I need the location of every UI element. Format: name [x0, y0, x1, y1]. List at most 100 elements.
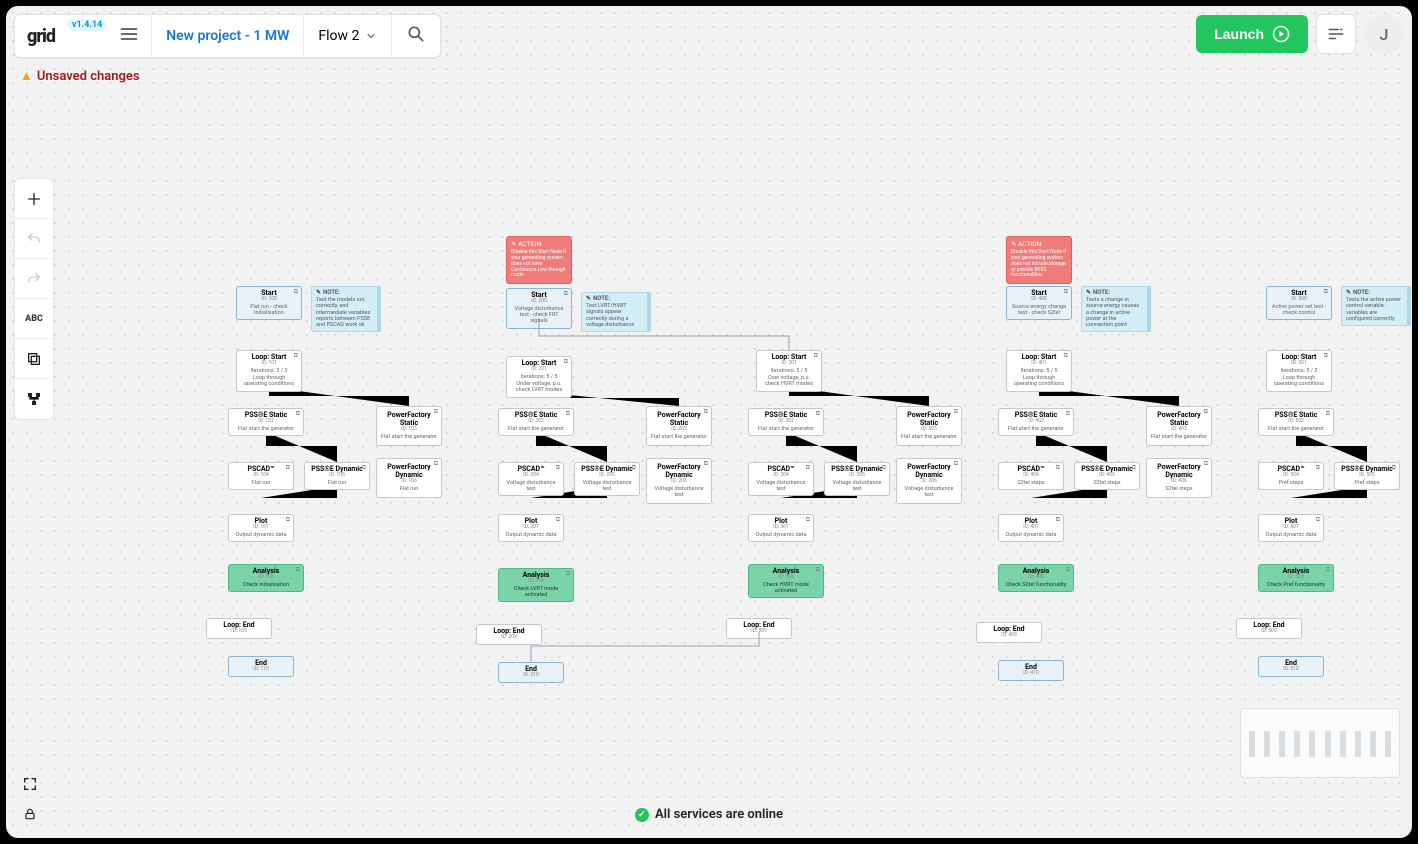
open-icon: ⧉: [566, 411, 570, 418]
node-pf-static[interactable]: ⧉ PowerFactory Static ID: 303 Flat start…: [896, 406, 962, 446]
node-loopstart[interactable]: ⧉ Loop: Start ID: 201 Iterations: 5 / 5 …: [506, 356, 572, 398]
node-pscad[interactable]: ⧉ PSCAD™ ID: 304 Voltage disturbance tes…: [748, 462, 814, 496]
node-action[interactable]: ✎ ACTION: Disable this Start Node if you…: [506, 236, 572, 284]
node-id: ID: 202: [503, 419, 569, 425]
node-psse-static[interactable]: ⧉ PSS®E Static ID: 502 Flat start the ge…: [1258, 408, 1334, 436]
node-start[interactable]: ⧉ Start ID: 500 Active power set test - …: [1266, 286, 1332, 320]
node-pscad[interactable]: ⧉ PSCAD™ ID: 404 S2tel steps: [998, 462, 1064, 490]
node-pf-static[interactable]: ⧉ PowerFactory Static ID: 103 Flat start…: [376, 406, 442, 446]
note-card[interactable]: ✎NOTE: Tests the active power control va…: [1341, 286, 1411, 326]
node-id: ID: 105: [309, 473, 365, 479]
node-analysis[interactable]: ⧉ Analysis ID: 208 Check LVRT mode activ…: [498, 568, 574, 602]
node-pf-static[interactable]: ⧉ PowerFactory Static ID: 203 Flat start…: [646, 406, 712, 446]
minimap[interactable]: [1240, 708, 1400, 778]
node-id: ID: 204: [503, 473, 559, 479]
node-plot[interactable]: ⧉ Plot ID: 207 Output dynamic data: [498, 514, 564, 542]
note-card[interactable]: ✎NOTE: Test the models run correctly, an…: [311, 286, 381, 332]
node-analysis[interactable]: ⧉ Analysis ID: 408 Check S2tel functiona…: [998, 564, 1074, 592]
note-card[interactable]: ✎NOTE: Tests a change in source energy c…: [1081, 286, 1151, 332]
node-id: ID: 103: [381, 427, 437, 433]
node-loopend[interactable]: Loop: End ID: 209: [476, 624, 542, 645]
node-psse-dynamic[interactable]: ⧉ PSS®E Dynamic ID: 105 Flat run: [304, 462, 370, 490]
node-loopend[interactable]: Loop: End ID: 109: [206, 618, 272, 639]
node-loopstart[interactable]: ⧉ Loop: Start ID: 501 Iterations: 5 / 5 …: [1266, 350, 1332, 392]
node-desc: Pref steps: [1339, 480, 1395, 486]
node-plot[interactable]: ⧉ Plot ID: 507 Output dynamic data: [1258, 514, 1324, 542]
note-head: ACTION:: [1018, 240, 1043, 248]
node-id: ID: 505: [1339, 473, 1395, 479]
node-psse-dynamic[interactable]: ⧉ PSS®E Dynamic ID: 305 Voltage disturba…: [824, 462, 890, 496]
node-plot[interactable]: ⧉ Plot ID: 307 Output dynamic data: [748, 514, 814, 542]
node-analysis[interactable]: ⧉ Analysis ID: 308 Check HVRT mode activ…: [748, 564, 824, 598]
node-pscad[interactable]: ⧉ PSCAD™ ID: 104 Flat run: [228, 462, 294, 490]
node-id: ID: 104: [233, 473, 289, 479]
node-psse-dynamic[interactable]: ⧉ PSS®E Dynamic ID: 205 Voltage disturba…: [574, 462, 640, 496]
open-icon: ⧉: [1064, 353, 1068, 360]
open-icon: ⧉: [1326, 567, 1330, 574]
node-loopstart[interactable]: ⧉ Loop: Start ID: 401 Iterations: 5 / 5 …: [1006, 350, 1072, 392]
node-id: ID: 307: [753, 525, 809, 531]
node-loopend[interactable]: Loop: End ID: 309: [726, 618, 792, 639]
node-loopstart[interactable]: ⧉ Loop: Start ID: 101 Iterations: 3 / 3 …: [236, 350, 302, 392]
open-icon: ⧉: [564, 291, 568, 298]
node-pf-dynamic[interactable]: ⧉ PowerFactory Dynamic ID: 206 Voltage d…: [646, 458, 712, 504]
open-icon: ⧉: [294, 353, 298, 360]
node-title: PowerFactory Static: [381, 411, 437, 427]
node-loopend[interactable]: Loop: End ID: 409: [976, 622, 1042, 643]
node-id: ID: 308: [753, 575, 819, 581]
node-start[interactable]: ⧉ Start ID: 100 Flat run - check initial…: [236, 286, 302, 320]
node-desc: Loop through operating conditions: [1271, 375, 1327, 388]
note-card[interactable]: ✎NOTE: Test LVRT/HVRT signals appear cor…: [581, 292, 651, 332]
node-pf-dynamic[interactable]: ⧉ PowerFactory Dynamic ID: 106 Flat run: [376, 458, 442, 498]
node-analysis[interactable]: ⧉ Analysis ID: 508 Check Pref functional…: [1258, 564, 1334, 592]
node-desc: Flat start the generator: [233, 426, 299, 432]
node-id: ID: 405: [1079, 473, 1135, 479]
node-title: PowerFactory Static: [1151, 411, 1207, 427]
node-plot[interactable]: ⧉ Plot ID: 107 Output dynamic data: [228, 514, 294, 542]
open-icon: ⧉: [1066, 567, 1070, 574]
open-icon: ⧉: [1056, 517, 1060, 524]
node-psse-dynamic[interactable]: ⧉ PSS®E Dynamic ID: 505 Pref steps: [1334, 462, 1400, 490]
node-pscad[interactable]: ⧉ PSCAD™ ID: 204 Voltage disturbance tes…: [498, 462, 564, 496]
node-desc: Source energy change test - check S2tel: [1011, 304, 1067, 317]
node-id: ID: 403: [1151, 427, 1207, 433]
node-pf-dynamic[interactable]: ⧉ PowerFactory Dynamic ID: 406 S2tel ste…: [1146, 458, 1212, 498]
node-meta: Iterations: 5 / 5: [511, 374, 567, 380]
node-psse-static[interactable]: ⧉ PSS®E Static ID: 302 Flat start the ge…: [748, 408, 824, 436]
node-pf-dynamic[interactable]: ⧉ PowerFactory Dynamic ID: 306 Voltage d…: [896, 458, 962, 504]
node-end[interactable]: End ID: 410: [998, 660, 1064, 681]
open-icon: ⧉: [1392, 465, 1396, 472]
pencil-icon: ✎: [1346, 290, 1351, 297]
node-start[interactable]: ⧉ Start ID: 200 Voltage disturbance test…: [506, 288, 572, 329]
node-pf-static[interactable]: ⧉ PowerFactory Static ID: 403 Flat start…: [1146, 406, 1212, 446]
open-icon: ⧉: [1204, 409, 1208, 416]
node-pscad[interactable]: ⧉ PSCAD™ ID: 504 Pref steps: [1258, 462, 1324, 490]
flow-canvas[interactable]: ⧉ Start ID: 100 Flat run - check initial…: [6, 6, 1412, 838]
node-title: PowerFactory Static: [651, 411, 707, 427]
node-psse-dynamic[interactable]: ⧉ PSS®E Dynamic ID: 405 S2tel steps: [1074, 462, 1140, 490]
node-end[interactable]: End ID: 510: [1258, 656, 1324, 677]
node-psse-static[interactable]: ⧉ PSS®E Static ID: 102 Flat start the ge…: [228, 408, 304, 436]
fullscreen-button[interactable]: [18, 772, 42, 796]
node-psse-static[interactable]: ⧉ PSS®E Static ID: 202 Flat start the ge…: [498, 408, 574, 436]
node-psse-static[interactable]: ⧉ PSS®E Static ID: 402 Flat start the ge…: [998, 408, 1074, 436]
node-title: PowerFactory Static: [901, 411, 957, 427]
open-icon: ⧉: [1204, 461, 1208, 468]
node-action[interactable]: ✎ ACTION: Disable this Start Node if you…: [1006, 236, 1072, 284]
lock-icon: [23, 807, 37, 821]
note-body: Disable this Start Node if your generati…: [511, 250, 567, 279]
node-loopend[interactable]: Loop: End ID: 509: [1236, 618, 1302, 639]
pencil-icon: ✎: [1011, 240, 1016, 248]
node-loopstart[interactable]: ⧉ Loop: Start ID: 301 Iterations: 5 / 5 …: [756, 350, 822, 392]
lock-button[interactable]: [18, 802, 42, 826]
open-icon: ⧉: [296, 567, 300, 574]
node-plot[interactable]: ⧉ Plot ID: 407 Output dynamic data: [998, 514, 1064, 542]
node-desc: Check initialisation: [233, 582, 299, 588]
node-end[interactable]: End ID: 110: [228, 656, 294, 677]
node-id: ID: 309: [731, 629, 787, 635]
node-end[interactable]: End ID: 210: [498, 662, 564, 683]
node-start[interactable]: ⧉ Start ID: 400 Source energy change tes…: [1006, 286, 1072, 320]
node-analysis[interactable]: ⧉ Analysis ID: 108 Check initialisation: [228, 564, 304, 592]
node-desc: Flat start the generator: [1263, 426, 1329, 432]
node-title: PowerFactory Dynamic: [651, 463, 707, 479]
